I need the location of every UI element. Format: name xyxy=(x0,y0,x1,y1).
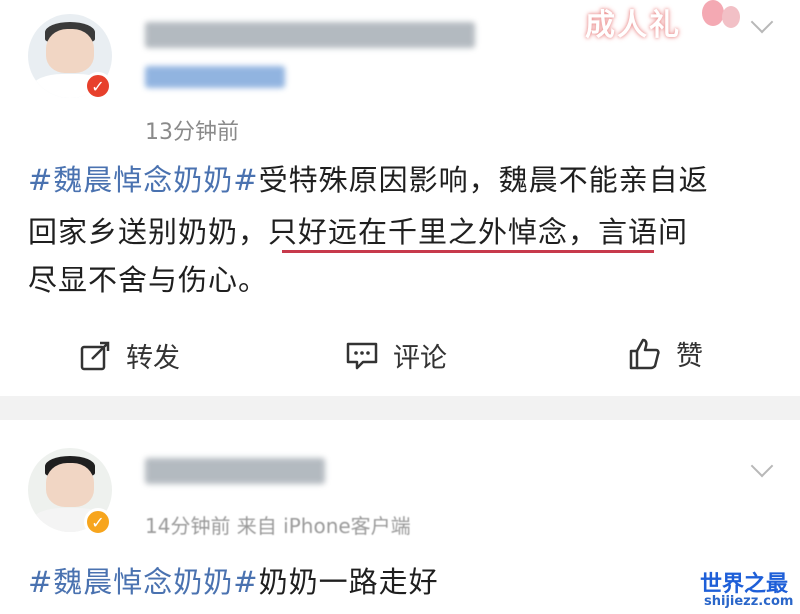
verified-badge-icon: ✓ xyxy=(84,508,112,536)
comment-icon xyxy=(346,342,378,369)
post1-text-line2: 回家乡送别奶奶，只好远在千里之外悼念，言语间 xyxy=(28,215,689,249)
post1-text-line1: #魏晨悼念奶奶#受特殊原因影响，魏晨不能亲自返 xyxy=(28,163,709,197)
comment-button[interactable]: 评论 xyxy=(345,336,447,375)
post1-chevron-down-icon[interactable] xyxy=(750,10,774,34)
post1-timestamp: 13分钟前 xyxy=(145,120,239,145)
post-separator xyxy=(0,396,800,420)
verified-badge-icon: ✓ xyxy=(84,72,112,100)
post1-subtitle-blurred xyxy=(145,66,285,88)
balloon-icon xyxy=(702,0,724,26)
coming-of-age-badge: 成人礼 xyxy=(585,8,681,43)
post2-meta: 14分钟前 来自 iPhone客户端 xyxy=(145,514,411,538)
repost-button[interactable]: 转发 xyxy=(80,336,180,375)
like-button[interactable]: 赞 xyxy=(628,334,703,373)
thumbs-up-icon xyxy=(629,338,660,369)
post2-chevron-down-icon[interactable] xyxy=(750,454,774,478)
highlight-underline xyxy=(282,250,654,253)
topic-tag-link[interactable]: #魏晨悼念奶奶# xyxy=(28,565,259,599)
post2-text: #魏晨悼念奶奶#奶奶一路走好 xyxy=(28,565,439,599)
highlighted-phrase: 只好远在千里之外悼念， xyxy=(268,215,599,249)
post2-username-blurred[interactable] xyxy=(145,458,325,484)
post1-text-line3: 尽显不舍与伤心。 xyxy=(28,263,269,297)
balloon-icon xyxy=(722,6,740,28)
post1-username-blurred[interactable] xyxy=(145,22,475,48)
topic-tag-link[interactable]: #魏晨悼念奶奶# xyxy=(28,163,259,197)
repost-icon xyxy=(80,341,110,370)
watermark-url: shijiezz.com xyxy=(704,594,794,609)
